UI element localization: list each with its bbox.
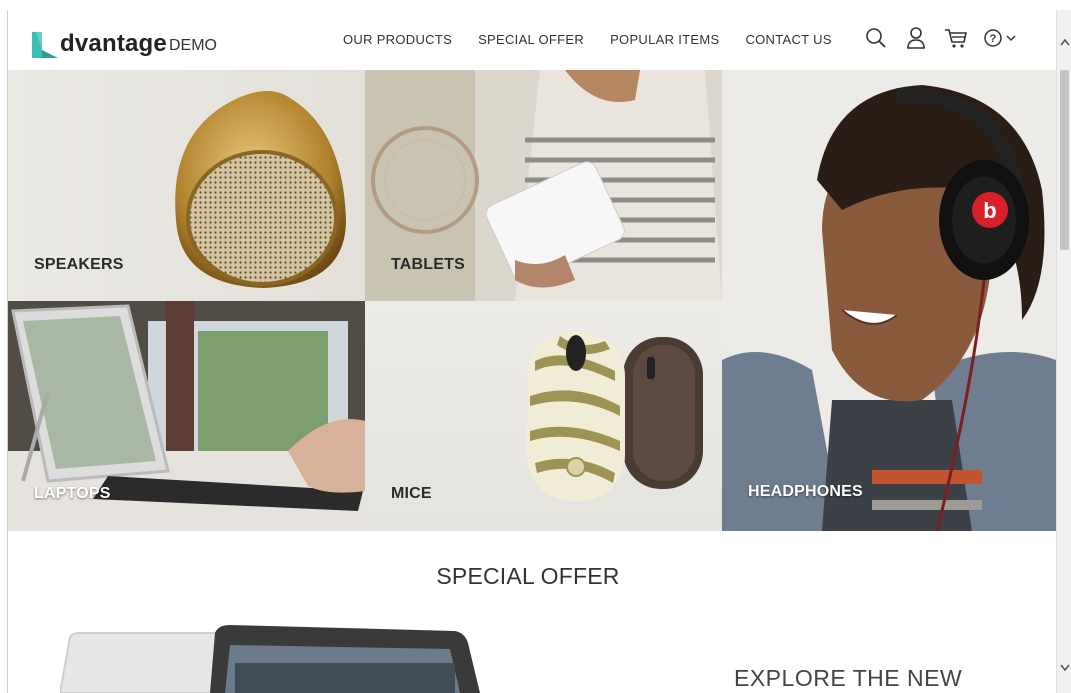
category-tile-headphones[interactable]: b HEADPHONES bbox=[722, 70, 1056, 531]
scroll-down-icon[interactable] bbox=[1057, 660, 1071, 676]
main-nav: OUR PRODUCTS SPECIAL OFFER POPULAR ITEMS… bbox=[343, 32, 832, 47]
logo-demo-text: DEMO bbox=[168, 37, 217, 54]
category-label-laptops: LAPTOPS bbox=[34, 485, 111, 502]
category-tile-tablets[interactable]: TABLETS bbox=[365, 70, 722, 301]
user-icon[interactable] bbox=[903, 25, 929, 51]
cart-icon[interactable] bbox=[943, 25, 969, 51]
category-label-headphones: HEADPHONES bbox=[748, 483, 863, 500]
logo-brand-text: dvantage bbox=[60, 30, 167, 57]
chevron-down-icon bbox=[1006, 35, 1016, 42]
nav-contact-us[interactable]: CONTACT US bbox=[745, 32, 831, 47]
site-header: dvantage DEMO OUR PRODUCTS SPECIAL OFFER… bbox=[8, 10, 1056, 70]
category-tile-laptops[interactable]: LAPTOPS bbox=[8, 301, 365, 531]
scrollbar-thumb[interactable] bbox=[1060, 70, 1069, 250]
scroll-up-icon[interactable] bbox=[1057, 34, 1071, 50]
special-offer-laptop-image bbox=[60, 625, 480, 693]
category-tile-mice[interactable]: MICE bbox=[365, 301, 722, 531]
explore-heading: EXPLORE THE NEW bbox=[734, 665, 963, 691]
category-tile-speakers[interactable]: SPEAKERS bbox=[8, 70, 365, 301]
category-label-mice: MICE bbox=[391, 485, 432, 502]
nav-our-products[interactable]: OUR PRODUCTS bbox=[343, 32, 452, 47]
header-icons: ? bbox=[863, 25, 1019, 51]
category-label-speakers: SPEAKERS bbox=[34, 256, 124, 273]
browser-viewport: dvantage DEMO OUR PRODUCTS SPECIAL OFFER… bbox=[0, 0, 1071, 693]
svg-text:b: b bbox=[983, 198, 996, 223]
nav-popular-items[interactable]: POPULAR ITEMS bbox=[610, 32, 719, 47]
nav-special-offer[interactable]: SPECIAL OFFER bbox=[478, 32, 584, 47]
site-logo[interactable]: dvantage DEMO bbox=[30, 18, 217, 58]
help-icon[interactable]: ? bbox=[983, 25, 1019, 51]
search-icon[interactable] bbox=[863, 25, 889, 51]
category-label-tablets: TABLETS bbox=[391, 256, 465, 273]
headphones-image: b bbox=[722, 70, 1056, 531]
logo-a-icon bbox=[30, 30, 58, 58]
page-scrollbar[interactable] bbox=[1056, 10, 1071, 693]
special-offer-title: SPECIAL OFFER bbox=[436, 563, 620, 589]
svg-text:?: ? bbox=[990, 33, 997, 45]
